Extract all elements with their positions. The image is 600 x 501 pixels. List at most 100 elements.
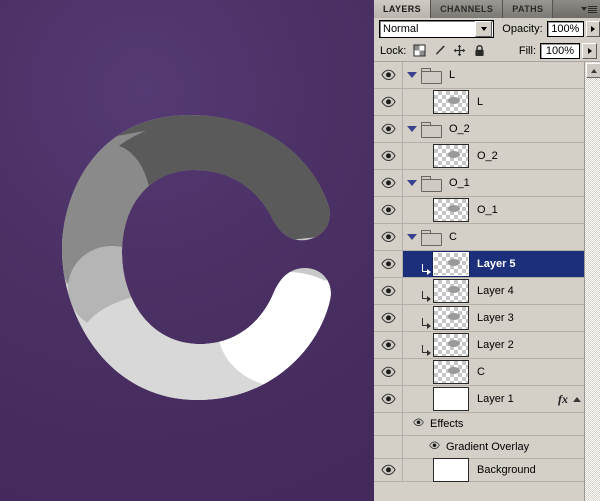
visibility-eye-icon[interactable] (381, 123, 396, 135)
layer-effects-row[interactable]: Effects (374, 413, 585, 436)
chevron-down-icon[interactable] (475, 21, 492, 37)
layer-visibility-toggle[interactable] (374, 143, 403, 169)
visibility-eye-icon[interactable] (381, 177, 396, 189)
layer-row-body[interactable]: L (403, 89, 585, 115)
layer-row-body[interactable]: C (403, 224, 585, 250)
layer-thumbnail[interactable] (433, 360, 469, 384)
layer-row-body[interactable]: Layer 5 (403, 251, 585, 277)
layer-thumbnail[interactable] (433, 279, 469, 303)
layer-thumbnail[interactable] (433, 90, 469, 114)
layer-row-body[interactable]: O_1 (403, 197, 585, 223)
layer-visibility-toggle[interactable] (374, 459, 403, 481)
visibility-eye-icon[interactable] (381, 69, 396, 81)
layer-visibility-toggle[interactable] (374, 332, 403, 358)
blend-mode-select[interactable]: Normal (379, 20, 494, 38)
layer-row-body[interactable]: Layer 4 (403, 278, 585, 304)
c-segment-pale-gray (0, 0, 374, 501)
group-disclosure-toggle[interactable] (403, 234, 419, 240)
layer-name: C (449, 231, 457, 243)
opacity-spinner-icon[interactable] (586, 21, 600, 37)
effect-visibility-toggle[interactable] (413, 418, 424, 430)
layer-thumbnail[interactable] (433, 333, 469, 357)
lock-transparent-pixels-icon[interactable] (413, 44, 426, 57)
visibility-eye-icon[interactable] (381, 204, 396, 216)
visibility-eye-icon[interactable] (381, 393, 396, 405)
layer-thumbnail[interactable] (433, 252, 469, 276)
opacity-input[interactable]: 100% (547, 21, 584, 37)
lock-position-icon[interactable] (453, 44, 466, 57)
layer-visibility-toggle[interactable] (374, 116, 403, 142)
layer-row-body[interactable]: Layer 1fx (403, 386, 585, 412)
layer-visibility-toggle[interactable] (374, 305, 403, 331)
visibility-eye-icon[interactable] (381, 96, 396, 108)
layer-visibility-toggle[interactable] (374, 170, 403, 196)
layer-visibility-toggle[interactable] (374, 62, 403, 88)
fill-input[interactable]: 100% (540, 43, 580, 59)
group-disclosure-toggle[interactable] (403, 126, 419, 132)
layer-row[interactable]: L (374, 89, 585, 116)
visibility-eye-icon[interactable] (381, 258, 396, 270)
layer-row-body[interactable]: O_2 (403, 116, 585, 142)
layer-group-row[interactable]: L (374, 62, 585, 89)
layer-thumbnail[interactable] (433, 144, 469, 168)
layer-row[interactable]: O_1 (374, 197, 585, 224)
layer-row-body[interactable]: Layer 2 (403, 332, 585, 358)
tab-layers[interactable]: LAYERS (374, 0, 431, 18)
layer-visibility-toggle[interactable] (374, 386, 403, 412)
layer-row[interactable]: O_2 (374, 143, 585, 170)
layer-row-body[interactable]: C (403, 359, 585, 385)
visibility-eye-icon[interactable] (429, 441, 440, 450)
document-canvas[interactable] (0, 0, 374, 501)
visibility-eye-icon[interactable] (413, 418, 424, 427)
visibility-eye-icon[interactable] (381, 464, 396, 476)
layer-effects-badge[interactable]: fx (558, 392, 568, 407)
layer-row[interactable]: C (374, 359, 585, 386)
layer-row[interactable]: Layer 3 (374, 305, 585, 332)
layer-group-row[interactable]: O_2 (374, 116, 585, 143)
blend-opacity-row: Normal Opacity: 100% (374, 18, 600, 40)
layer-row[interactable]: Layer 5 (374, 251, 585, 278)
layer-group-row[interactable]: O_1 (374, 170, 585, 197)
layer-visibility-toggle[interactable] (374, 197, 403, 223)
lock-all-icon[interactable] (473, 44, 486, 57)
layer-row-body[interactable]: O_2 (403, 143, 585, 169)
group-disclosure-toggle[interactable] (403, 72, 419, 78)
panel-menu-button[interactable] (578, 0, 600, 18)
layer-thumbnail[interactable] (433, 458, 469, 482)
layer-row[interactable]: Layer 2 (374, 332, 585, 359)
layer-row-body[interactable]: L (403, 62, 585, 88)
tab-paths[interactable]: PATHS (503, 0, 553, 18)
visibility-eye-icon[interactable] (381, 339, 396, 351)
layer-list-scrollbar[interactable] (584, 62, 600, 501)
layer-row[interactable]: Background (374, 459, 585, 482)
visibility-eye-icon[interactable] (381, 366, 396, 378)
visibility-eye-icon[interactable] (381, 231, 396, 243)
visibility-eye-icon[interactable] (381, 285, 396, 297)
visibility-eye-icon[interactable] (381, 150, 396, 162)
layer-visibility-toggle[interactable] (374, 359, 403, 385)
visibility-eye-icon[interactable] (381, 312, 396, 324)
group-disclosure-toggle[interactable] (403, 180, 419, 186)
layer-row[interactable]: Layer 1fx (374, 386, 585, 413)
lock-image-pixels-icon[interactable] (433, 44, 446, 57)
layer-list[interactable]: LLO_2O_2O_1O_1CLayer 5Layer 4Layer 3Laye… (374, 62, 600, 501)
layer-effect-row[interactable]: Gradient Overlay (374, 436, 585, 459)
layer-group-row[interactable]: C (374, 224, 585, 251)
fill-spinner-icon[interactable] (582, 43, 597, 59)
layer-thumbnail[interactable] (433, 306, 469, 330)
layer-thumbnail[interactable] (433, 198, 469, 222)
layer-row-body[interactable]: O_1 (403, 170, 585, 196)
effects-collapse-toggle[interactable] (572, 395, 581, 404)
scroll-up-arrow-icon[interactable] (586, 63, 600, 78)
layer-visibility-toggle[interactable] (374, 89, 403, 115)
layer-row-body[interactable]: Layer 3 (403, 305, 585, 331)
layer-thumbnail[interactable] (433, 387, 469, 411)
layer-visibility-toggle[interactable] (374, 251, 403, 277)
effect-visibility-toggle[interactable] (429, 441, 440, 453)
layer-row-body[interactable]: Background (403, 459, 585, 481)
tab-channels[interactable]: CHANNELS (431, 0, 503, 18)
layer-row[interactable]: Layer 4 (374, 278, 585, 305)
layer-visibility-toggle[interactable] (374, 224, 403, 250)
layer-visibility-toggle[interactable] (374, 278, 403, 304)
blend-mode-value: Normal (380, 23, 475, 35)
